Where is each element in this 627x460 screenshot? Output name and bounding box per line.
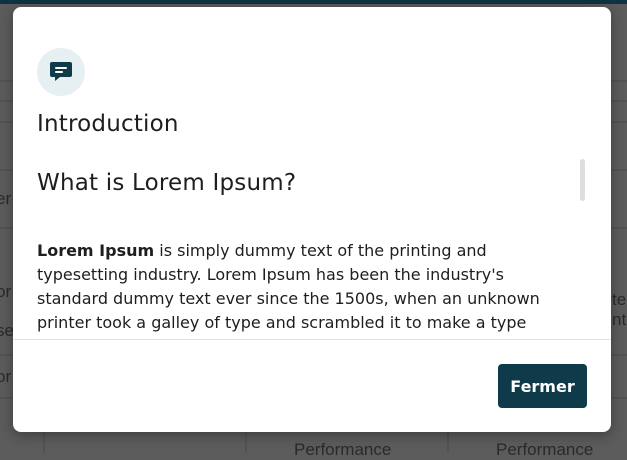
background-column-header: Performance (294, 440, 392, 459)
scrollbar-thumb[interactable] (580, 159, 585, 201)
background-cell-text: se (0, 321, 14, 340)
background-cell-text: ntif (612, 310, 627, 329)
background-cell-text: or (0, 282, 12, 301)
background-cell-text: or (0, 367, 12, 386)
introduction-dialog: Introduction What is Lorem Ipsum? Lorem … (13, 7, 611, 432)
footer-divider (13, 339, 611, 340)
dialog-title: Introduction (37, 111, 179, 137)
background-cell-text: er (0, 189, 12, 208)
background-cell-text: te (612, 290, 627, 309)
message-square-text-icon (37, 48, 85, 96)
content-heading: What is Lorem Ipsum? (37, 170, 297, 196)
close-button[interactable]: Fermer (498, 364, 587, 408)
background-column-header: Performance (496, 440, 594, 459)
paragraph-bold-text: Lorem Ipsum (37, 241, 155, 260)
content-paragraph: Lorem Ipsum is simply dummy text of the … (37, 239, 557, 339)
dialog-scroll-content[interactable]: What is Lorem Ipsum? Lorem Ipsum is simp… (13, 157, 611, 339)
